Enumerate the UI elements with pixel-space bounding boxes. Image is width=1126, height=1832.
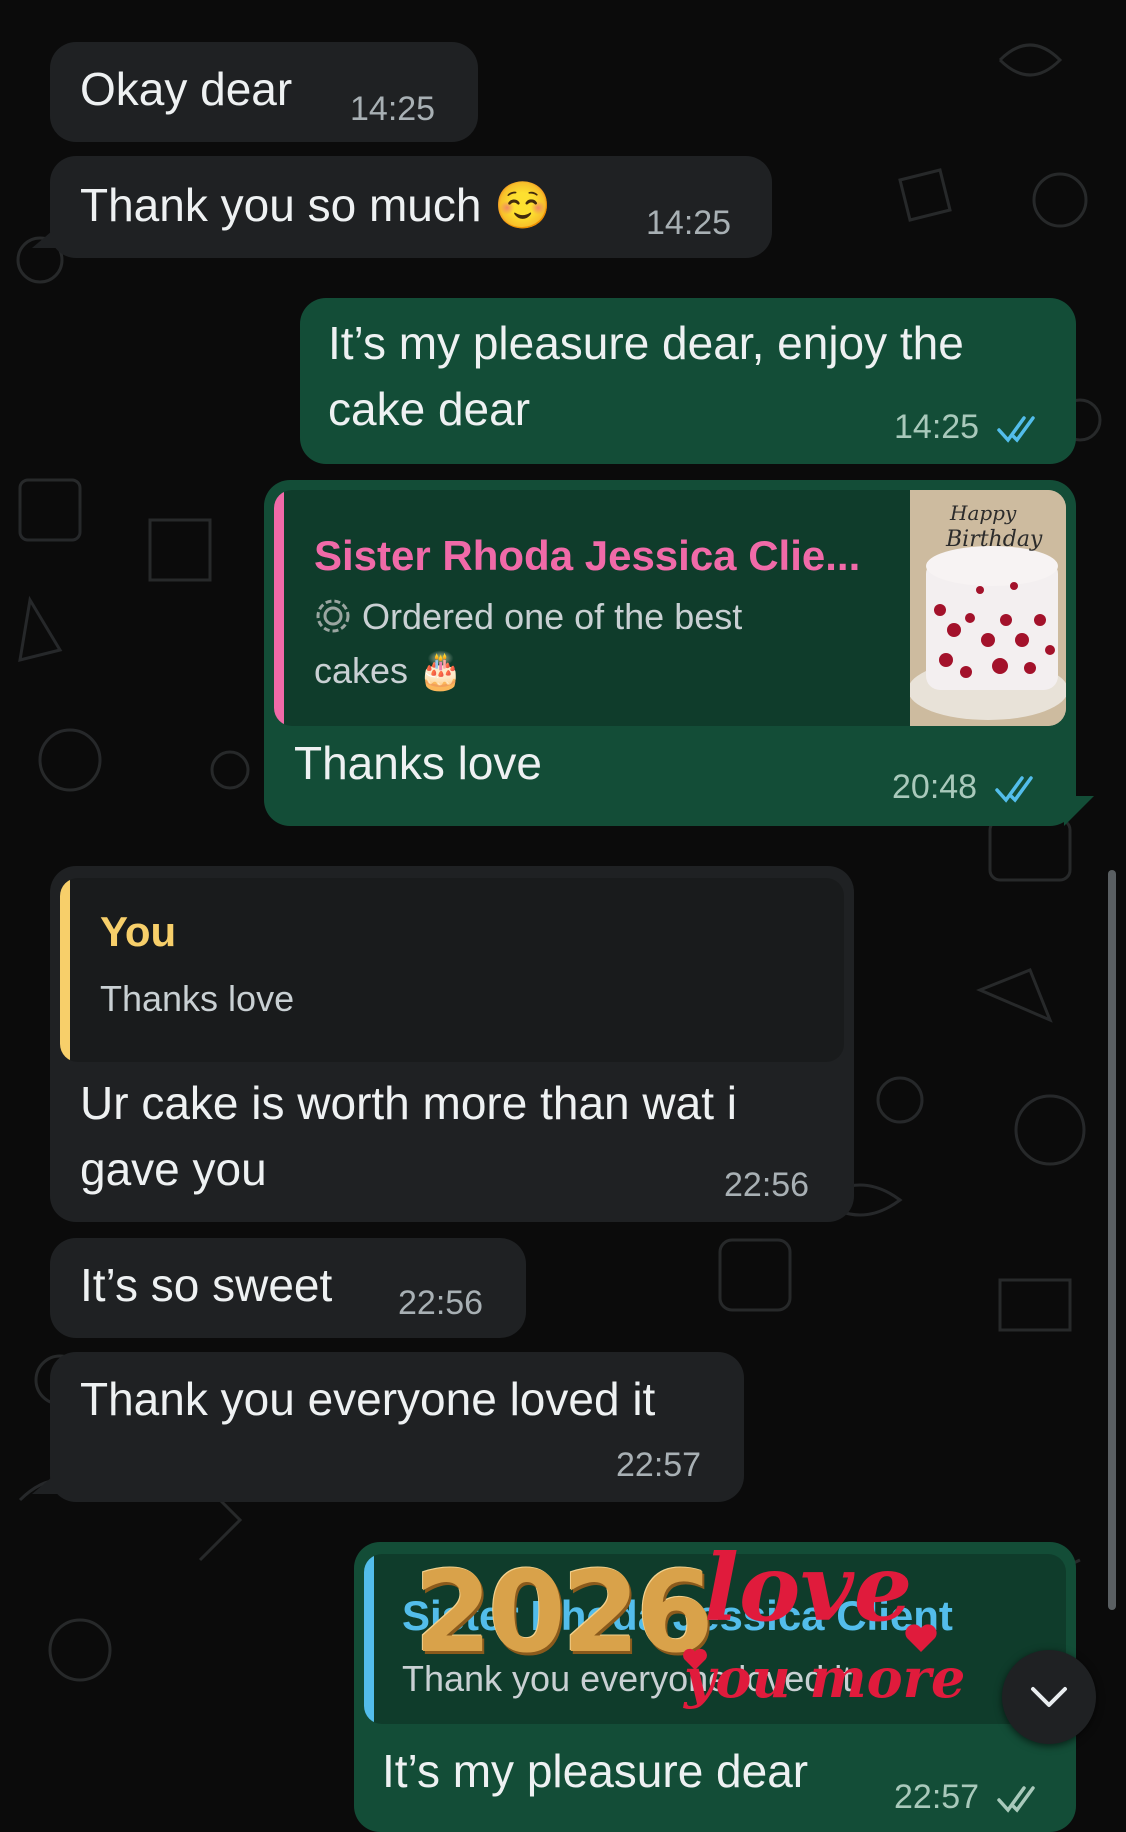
message-text: It’s my pleasure dear	[382, 1745, 809, 1797]
incoming-message[interactable]: It’s so sweet 22:56	[50, 1238, 526, 1338]
read-ticks-icon	[996, 416, 1035, 443]
incoming-message[interactable]: You Thanks love Ur cake is worth more th…	[50, 866, 854, 1222]
sticker-overlay: 2026 love you more	[414, 1534, 965, 1718]
message-time: 22:57	[616, 1446, 702, 1484]
quote-author: Sister Rhoda Jessica Clie...	[314, 532, 861, 579]
message-text: Okay dear	[80, 63, 293, 115]
scroll-to-bottom-button[interactable]	[1002, 1650, 1096, 1744]
outgoing-message[interactable]: It’s my pleasure dear, enjoy the cake de…	[300, 298, 1076, 464]
quoted-status[interactable]: Sister Rhoda Jessica Clie... Ordered one…	[274, 490, 1066, 726]
message-time: 22:57	[894, 1778, 1043, 1817]
bubble-tail	[1064, 796, 1094, 826]
quoted-message[interactable]: You Thanks love	[60, 878, 844, 1062]
incoming-message[interactable]: Okay dear 14:25	[50, 42, 478, 142]
svg-text:Happy: Happy	[949, 501, 1017, 525]
message-text: Thank you everyone loved it	[80, 1373, 656, 1425]
status-ring-icon	[316, 599, 350, 633]
message-time: 20:48	[892, 768, 1041, 807]
outgoing-message[interactable]: Sister Rhoda Jessica Clie... Ordered one…	[264, 480, 1076, 826]
bubble-tail	[32, 226, 58, 248]
svg-text:Birthday: Birthday	[945, 527, 1043, 552]
sticker-love: love	[704, 1534, 913, 1642]
quote-text: Ordered one of the best cakes 🎂	[314, 596, 743, 691]
scrollbar[interactable]	[1108, 870, 1116, 1610]
message-time: 22:56	[398, 1284, 484, 1322]
incoming-message[interactable]: Thank you so much ☺️ 14:25	[50, 156, 772, 258]
read-ticks-icon	[994, 776, 1033, 803]
heart-icon	[905, 1624, 937, 1652]
quote-bar	[274, 490, 284, 726]
sticker-year: 2026	[414, 1548, 714, 1678]
heart-icon	[683, 1648, 707, 1670]
message-time: 14:25	[350, 90, 436, 128]
quote-bar	[60, 878, 70, 1062]
message-text: Thanks love	[294, 737, 543, 789]
incoming-message[interactable]: Thank you everyone loved it 22:57	[50, 1352, 744, 1502]
message-text: It’s so sweet	[80, 1259, 333, 1311]
message-text: Ur cake is worth more than wat i gave yo…	[80, 1077, 738, 1195]
bubble-tail	[32, 1472, 58, 1494]
message-text: Thank you so much ☺️	[80, 179, 552, 231]
message-time: 14:25	[646, 204, 732, 242]
sticker-you-more: you more	[684, 1646, 966, 1710]
quote-bar	[364, 1554, 374, 1724]
chevron-down-icon	[1031, 1687, 1067, 1707]
quote-author: You	[100, 908, 177, 955]
quote-text: Thanks love	[100, 978, 295, 1019]
cake-thumbnail: Happy Birthday	[910, 490, 1066, 726]
message-time: 14:25	[894, 408, 1043, 447]
message-time: 22:56	[724, 1166, 810, 1204]
